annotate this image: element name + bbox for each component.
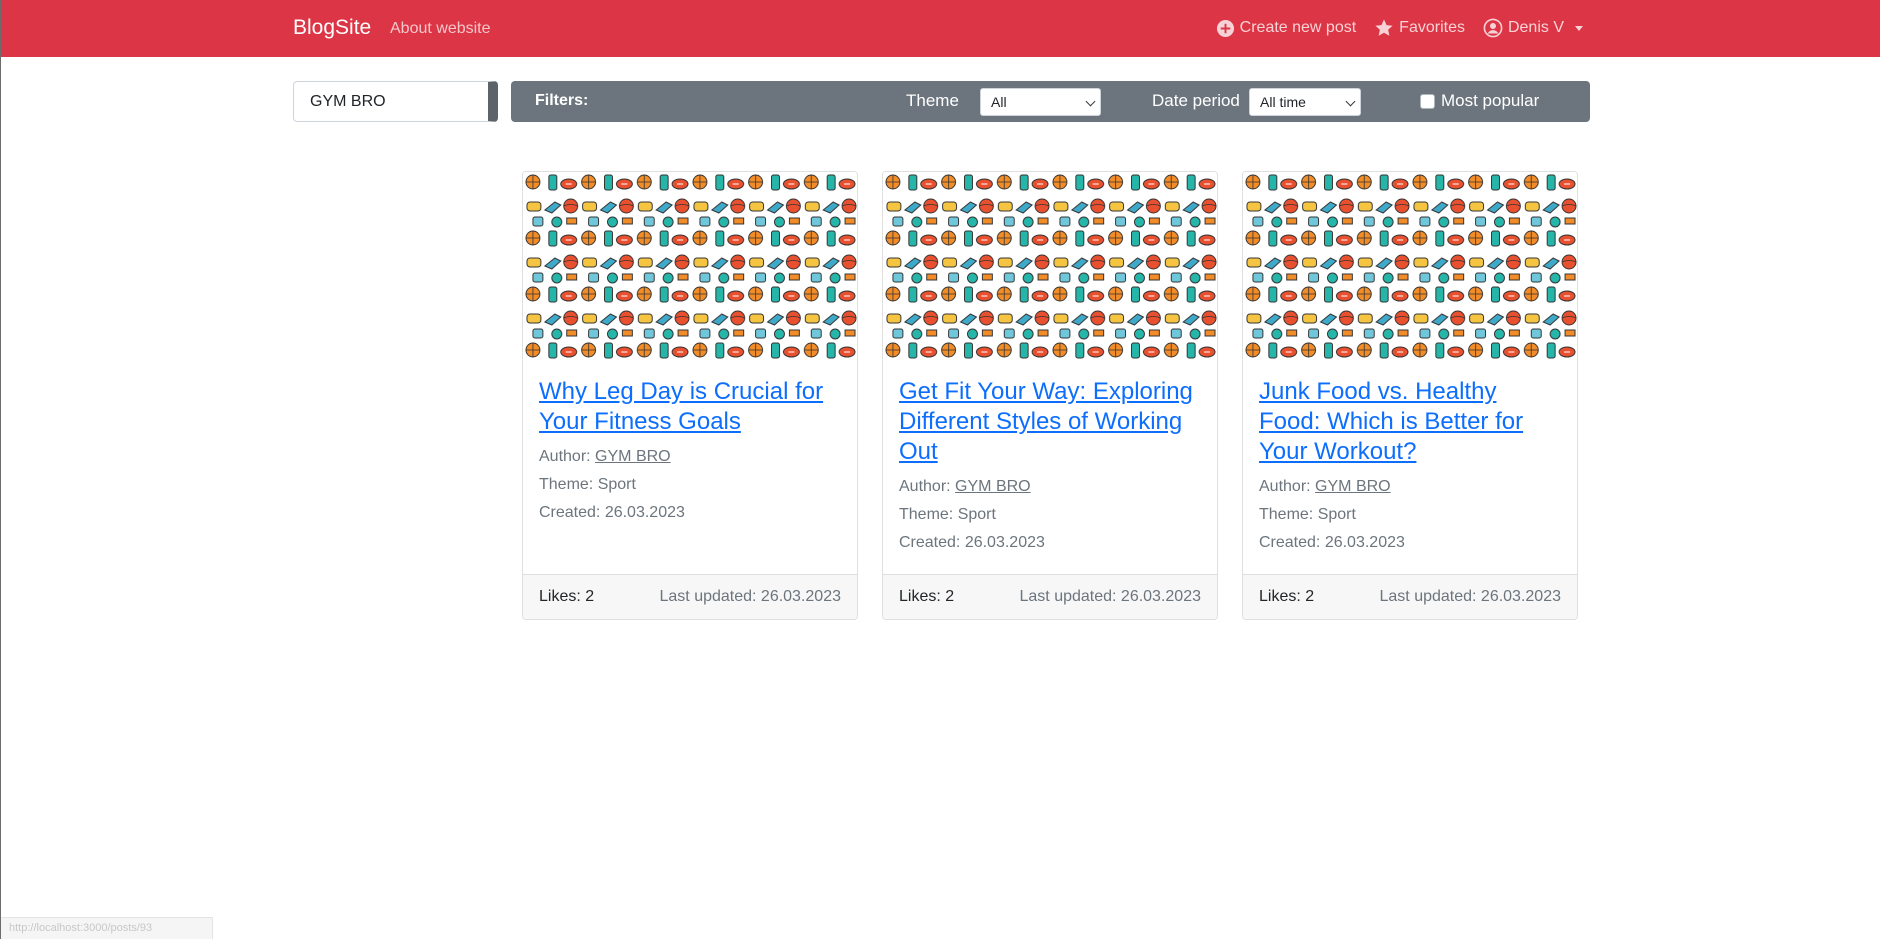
- post-likes: Likes: 2: [899, 588, 955, 605]
- post-author: Author: GYM BRO: [899, 473, 1201, 501]
- search-box: [293, 81, 498, 122]
- filters-bar: Filters: Theme All Date period All time …: [511, 81, 1590, 122]
- theme-select-value: All: [991, 94, 1007, 110]
- author-label: Author:: [539, 448, 591, 465]
- plus-circle-icon: [1216, 19, 1234, 37]
- chevron-down-icon: [1575, 25, 1583, 31]
- create-post-label: Create new post: [1239, 19, 1357, 36]
- date-period-select[interactable]: All time: [1249, 88, 1361, 116]
- card-footer: Likes: 2 Last updated: 26.03.2023: [1243, 574, 1577, 619]
- favorites-link[interactable]: Favorites: [1374, 18, 1465, 38]
- theme-select[interactable]: All: [980, 88, 1101, 116]
- post-author: Author: GYM BRO: [539, 443, 841, 471]
- author-label: Author:: [1259, 478, 1311, 495]
- date-period-value: All time: [1260, 94, 1306, 110]
- post-card: Why Leg Day is Crucial for Your Fitness …: [522, 171, 858, 620]
- date-period-label: Date period: [1152, 91, 1240, 110]
- create-post-link[interactable]: Create new post: [1216, 19, 1357, 38]
- post-created: Created: 26.03.2023: [899, 534, 1045, 551]
- author-link[interactable]: GYM BRO: [1315, 478, 1391, 495]
- star-icon: [1375, 19, 1393, 36]
- navbar: BlogSite About website Create new post F…: [1, 0, 1880, 57]
- post-card: Junk Food vs. Healthy Food: Which is Bet…: [1242, 171, 1578, 620]
- user-menu[interactable]: Denis V: [1483, 18, 1583, 38]
- post-likes: Likes: 2: [1259, 588, 1315, 605]
- post-theme: Theme: Sport: [539, 476, 636, 493]
- theme-filter-label: Theme: [906, 91, 959, 110]
- post-updated: Last updated: 26.03.2023: [1019, 588, 1202, 605]
- post-created: Created: 26.03.2023: [539, 504, 685, 521]
- most-popular-checkbox[interactable]: [1420, 93, 1435, 109]
- nav-about-link[interactable]: About website: [390, 20, 491, 38]
- post-image: [883, 172, 1217, 360]
- chevron-down-icon: [1345, 96, 1356, 107]
- author-link[interactable]: GYM BRO: [955, 478, 1031, 495]
- most-popular-label: Most popular: [1441, 91, 1540, 110]
- post-updated: Last updated: 26.03.2023: [1379, 588, 1562, 605]
- user-avatar-icon: [1483, 18, 1503, 38]
- post-image: [1243, 172, 1577, 360]
- brand-link[interactable]: BlogSite: [293, 16, 371, 40]
- most-popular-toggle[interactable]: Most popular: [1420, 91, 1539, 111]
- nav-right: Create new post Favorites Denis V: [1216, 18, 1583, 38]
- status-bar-url: http://localhost:3000/posts/93: [1, 917, 213, 939]
- post-title-link[interactable]: Junk Food vs. Healthy Food: Which is Bet…: [1259, 377, 1561, 467]
- post-created: Created: 26.03.2023: [1259, 534, 1405, 551]
- post-author: Author: GYM BRO: [1259, 473, 1561, 501]
- favorites-label: Favorites: [1399, 19, 1465, 36]
- filters-label: Filters:: [535, 92, 589, 109]
- post-updated: Last updated: 26.03.2023: [659, 588, 842, 605]
- author-link[interactable]: GYM BRO: [595, 448, 671, 465]
- post-card: Get Fit Your Way: Exploring Different St…: [882, 171, 1218, 620]
- user-name: Denis V: [1507, 19, 1564, 36]
- card-footer: Likes: 2 Last updated: 26.03.2023: [883, 574, 1217, 619]
- post-title-link[interactable]: Why Leg Day is Crucial for Your Fitness …: [539, 377, 841, 437]
- post-image: [523, 172, 857, 360]
- post-title-link[interactable]: Get Fit Your Way: Exploring Different St…: [899, 377, 1201, 467]
- post-theme: Theme: Sport: [1259, 506, 1356, 523]
- card-footer: Likes: 2 Last updated: 26.03.2023: [523, 574, 857, 619]
- post-likes: Likes: 2: [539, 588, 595, 605]
- search-input[interactable]: [294, 82, 488, 121]
- author-label: Author:: [899, 478, 951, 495]
- chevron-down-icon: [1085, 96, 1096, 107]
- post-theme: Theme: Sport: [899, 506, 996, 523]
